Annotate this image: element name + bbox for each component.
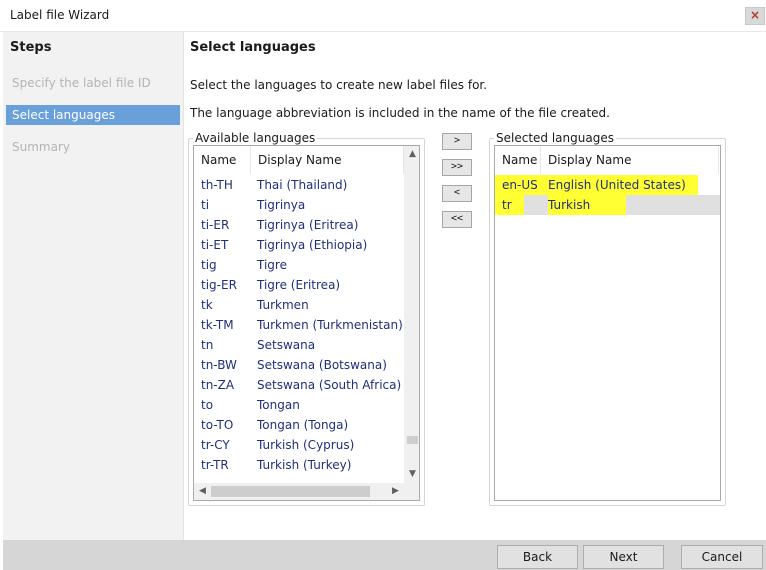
abbreviation-note: The language abbreviation is included in… <box>190 106 610 120</box>
chevron-right-icon[interactable]: ▶ <box>387 483 404 500</box>
available-language-row[interactable]: tk Turkmen <box>194 295 404 315</box>
content-pane: Select languages Select the languages to… <box>184 32 766 540</box>
available-languages-list[interactable]: Name Display Name th-TH Thai (Thailand) ti… <box>193 145 420 501</box>
available-language-row[interactable]: tig-ER Tigre (Eritrea) <box>194 275 404 295</box>
remove-all-languages-button[interactable]: << <box>442 211 472 228</box>
language-display-name: Thai (Thailand) <box>257 178 348 192</box>
language-display-name: Tigre <box>257 258 287 272</box>
available-language-row[interactable]: tn-BW Setswana (Botswana) <box>194 355 404 375</box>
language-code: ti-ER <box>201 218 230 232</box>
language-code: tr-CY <box>201 438 230 452</box>
title-bar: Label file Wizard × <box>0 0 766 32</box>
language-display-name: Turkmen (Turkmenistan) <box>257 318 403 332</box>
language-display-name: Setswana <box>257 338 316 352</box>
language-display-name: Tongan <box>257 398 300 412</box>
column-header-display-name[interactable]: Display Name <box>251 146 404 174</box>
instruction-text: Select the languages to create new label… <box>190 78 488 92</box>
back-button[interactable]: Back <box>497 545 578 569</box>
add-all-languages-button[interactable]: >> <box>442 159 472 176</box>
language-code: tig-ER <box>201 278 237 292</box>
language-code: tr <box>495 195 524 215</box>
language-display-name: Turkish <box>548 195 627 215</box>
available-language-row[interactable]: ti Tigrinya <box>194 195 404 215</box>
page-title: Select languages <box>190 40 316 55</box>
remove-language-button[interactable]: < <box>442 185 472 202</box>
language-code: th-TH <box>201 178 233 192</box>
language-code: tn-ZA <box>201 378 235 392</box>
language-code: ti <box>201 198 210 212</box>
language-code: tr-TR <box>201 458 229 472</box>
available-language-row[interactable]: tn Setswana <box>194 335 404 355</box>
step-summary[interactable]: Summary <box>6 137 180 157</box>
chevron-up-icon[interactable]: ▲ <box>404 146 419 163</box>
column-header-name[interactable]: Name <box>194 146 251 174</box>
available-language-row[interactable]: to Tongan <box>194 395 404 415</box>
selected-languages-caption: Selected languages <box>494 131 616 145</box>
available-language-row[interactable]: to-TO Tongan (Tonga) <box>194 415 404 435</box>
language-display-name: Tigrinya (Eritrea) <box>257 218 359 232</box>
steps-pane: Steps Specify the label file ID Select l… <box>3 32 184 540</box>
chevron-down-icon[interactable]: ▼ <box>404 466 419 483</box>
add-language-button[interactable]: > <box>442 133 472 150</box>
close-button[interactable]: × <box>745 7 765 25</box>
vertical-scroll-thumb[interactable] <box>407 436 418 444</box>
language-code: tn-BW <box>201 358 237 372</box>
language-code: tk-TM <box>201 318 234 332</box>
step-specify-label-file-id[interactable]: Specify the label file ID <box>6 73 180 93</box>
next-button[interactable]: Next <box>583 545 664 569</box>
column-header-name[interactable]: Name <box>495 146 541 174</box>
language-display-name: Turkish (Turkey) <box>257 458 352 472</box>
selected-languages-group: Selected languages Name Display Name en-… <box>489 131 726 506</box>
language-code: tn <box>201 338 214 352</box>
language-code: to <box>201 398 214 412</box>
available-language-row[interactable]: tk-TM Turkmen (Turkmenistan) <box>194 315 404 335</box>
available-language-row[interactable]: tig Tigre <box>194 255 404 275</box>
window-title: Label file Wizard <box>10 8 110 22</box>
language-display-name: Tigrinya (Ethiopia) <box>257 238 368 252</box>
available-language-row[interactable]: ti-ET Tigrinya (Ethiopia) <box>194 235 404 255</box>
available-languages-group: Available languages Name Display Name th… <box>188 131 425 506</box>
language-code: ti-ET <box>201 238 229 252</box>
available-languages-caption: Available languages <box>193 131 318 145</box>
available-vertical-scrollbar[interactable]: ▲ ▼ <box>404 146 419 483</box>
horizontal-scroll-thumb[interactable] <box>211 486 370 497</box>
language-code: en-US <box>495 175 550 195</box>
language-display-name: English (United States) <box>548 175 698 195</box>
available-language-row[interactable]: ti-ER Tigrinya (Eritrea) <box>194 215 404 235</box>
language-code: to-TO <box>201 418 234 432</box>
language-display-name: Turkish (Cyprus) <box>257 438 355 452</box>
available-horizontal-scrollbar[interactable]: ◀ ▶ <box>194 483 419 500</box>
wizard-footer: Back Next Cancel <box>3 540 766 570</box>
available-language-row[interactable]: tn-ZA Setswana (South Africa) <box>194 375 404 395</box>
selected-languages-list[interactable]: Name Display Name en-US English (United S… <box>494 145 721 501</box>
available-language-row[interactable]: tr-CY Turkish (Cyprus) <box>194 435 404 455</box>
language-display-name: Tongan (Tonga) <box>257 418 349 432</box>
language-display-name: Setswana (Botswana) <box>257 358 387 372</box>
steps-heading: Steps <box>10 40 52 55</box>
language-display-name: Turkmen <box>257 298 309 312</box>
available-language-row[interactable]: th-TH Thai (Thailand) <box>194 175 404 195</box>
close-icon: × <box>749 8 761 22</box>
step-select-languages[interactable]: Select languages <box>6 105 180 125</box>
partial-row: tr Turkish <box>194 475 404 483</box>
language-display-name: Tigre (Eritrea) <box>257 278 341 292</box>
language-display-name: Tigrinya <box>257 198 306 212</box>
column-header-display-name[interactable]: Display Name <box>541 146 719 174</box>
selected-language-row[interactable]: en-US English (United States) <box>495 175 720 195</box>
language-display-name: Setswana (South Africa) <box>257 378 402 392</box>
language-code: tk <box>201 298 213 312</box>
selected-language-row[interactable]: tr Turkish <box>495 195 720 215</box>
language-code: tig <box>201 258 217 272</box>
chevron-left-icon[interactable]: ◀ <box>194 483 211 500</box>
available-language-row[interactable]: tr-TR Turkish (Turkey) <box>194 455 404 475</box>
cancel-button[interactable]: Cancel <box>681 545 763 569</box>
